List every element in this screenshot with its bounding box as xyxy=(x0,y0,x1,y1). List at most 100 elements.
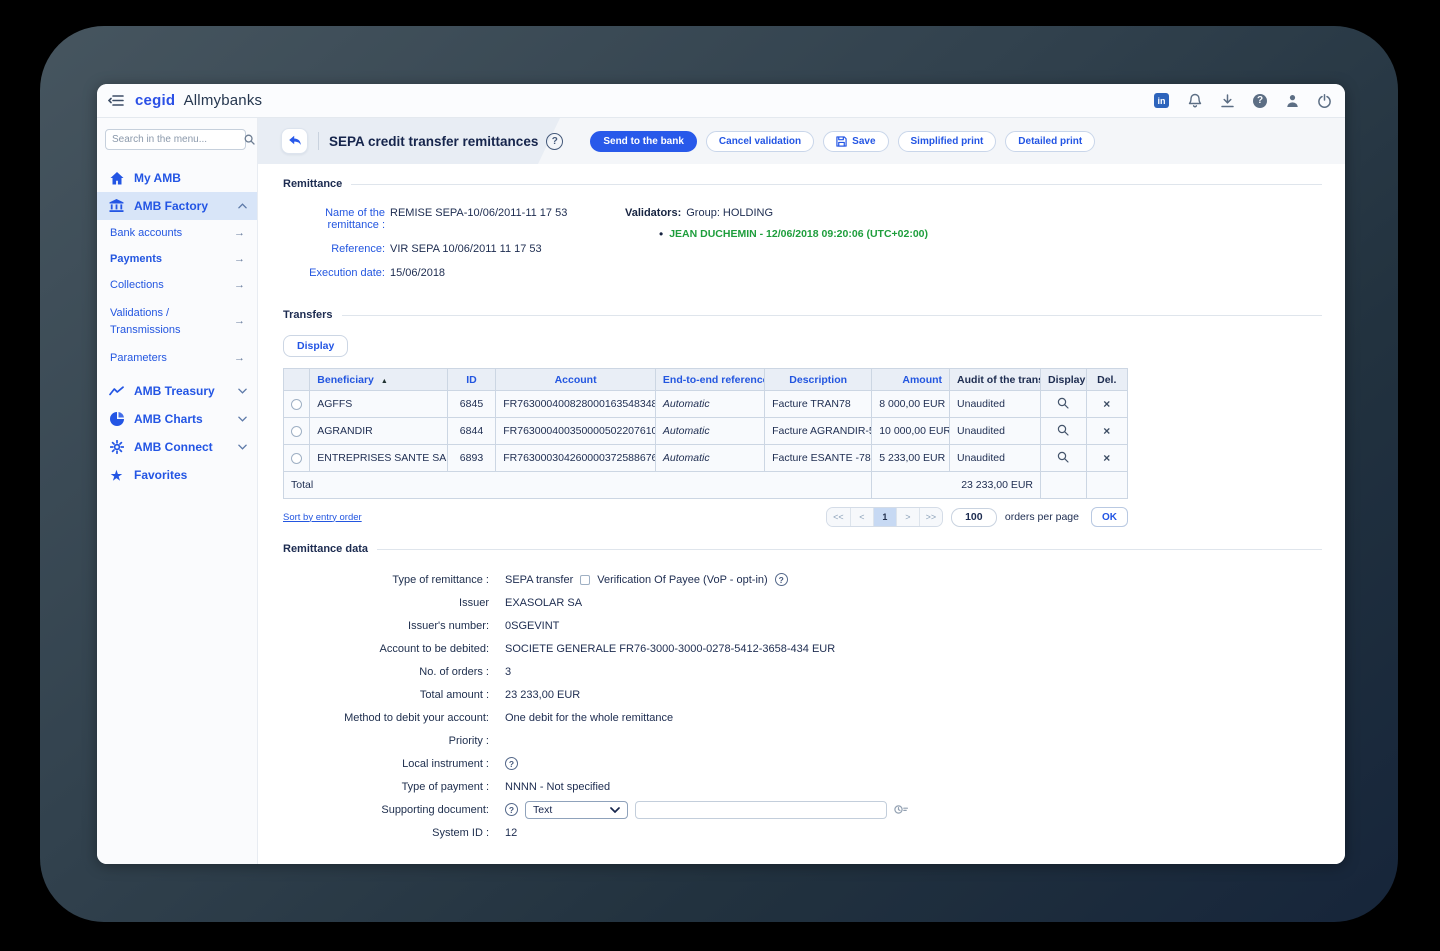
brand-logo: cegid Allmybanks xyxy=(135,92,262,109)
sidebar-item-favorites[interactable]: ★ Favorites xyxy=(97,461,257,489)
logout-power-icon[interactable] xyxy=(1318,94,1331,108)
title-divider xyxy=(318,132,319,150)
column-header-account[interactable]: Account xyxy=(496,369,656,391)
field-type-of-remittance: Type of remittance : SEPA transfer Verif… xyxy=(283,568,1322,591)
field-priority: Priority : xyxy=(283,729,1322,752)
sidebar-item-label: AMB Treasury xyxy=(134,384,215,398)
total-amount: 23 233,00 EUR xyxy=(872,472,1041,499)
cell-amount: 10 000,00 EUR xyxy=(872,418,950,445)
linkedin-icon[interactable]: in xyxy=(1154,93,1169,108)
stage: cegid Allmybanks in xyxy=(0,0,1440,951)
sort-by-entry-order-link[interactable]: Sort by entry order xyxy=(283,512,362,523)
brand-cegid: cegid xyxy=(135,92,175,109)
main-panel: SEPA credit transfer remittances ? Send … xyxy=(258,118,1345,864)
column-header-e2e-reference[interactable]: End-to-end reference xyxy=(655,369,764,391)
remittance-data-section: Remittance data Type of remittance : SEP… xyxy=(283,543,1322,844)
column-header-beneficiary[interactable]: Beneficiary ▲ xyxy=(310,369,447,391)
collapse-menu-icon[interactable] xyxy=(108,94,125,107)
current-page[interactable]: 1 xyxy=(873,508,896,526)
table-header-row: Beneficiary ▲ ID Account End-to-end refe… xyxy=(284,369,1128,391)
user-profile-icon[interactable] xyxy=(1286,94,1299,108)
history-clock-icon[interactable] xyxy=(894,804,909,815)
sort-asc-icon: ▲ xyxy=(381,378,388,385)
column-header-audit: Audit of the transfer xyxy=(950,369,1041,391)
field-issuer-number: Issuer's number: 0SGEVINT xyxy=(283,614,1322,637)
save-button[interactable]: Save xyxy=(823,131,888,152)
table-footer: Sort by entry order << < 1 > >> orders p… xyxy=(283,507,1128,527)
delete-icon[interactable]: × xyxy=(1103,424,1110,438)
arrow-right-icon: → xyxy=(234,253,245,265)
field-reference: Reference: VIR SEPA 10/06/2011 11 17 53 xyxy=(283,243,625,255)
column-header-amount[interactable]: Amount xyxy=(872,369,950,391)
magnifier-icon[interactable] xyxy=(1057,451,1069,463)
column-header-id[interactable]: ID xyxy=(447,369,496,391)
vop-help-icon[interactable]: ? xyxy=(775,573,788,586)
next-page-button[interactable]: > xyxy=(896,508,919,526)
cancel-validation-button[interactable]: Cancel validation xyxy=(706,131,814,152)
vop-checkbox[interactable] xyxy=(580,575,590,585)
column-header-del: Del. xyxy=(1086,369,1128,391)
help-icon[interactable]: ? xyxy=(1253,94,1267,108)
sidebar-item-collections[interactable]: Collections → xyxy=(97,272,257,298)
sidebar-item-label: AMB Charts xyxy=(134,412,203,426)
first-page-button[interactable]: << xyxy=(827,508,850,526)
last-page-button[interactable]: >> xyxy=(919,508,942,526)
sidebar-item-label: Validations / Transmissions xyxy=(110,305,181,338)
section-title: Remittance xyxy=(283,178,342,190)
column-header-description[interactable]: Description xyxy=(765,369,872,391)
ok-button[interactable]: OK xyxy=(1091,507,1128,527)
orders-per-page-input[interactable] xyxy=(951,508,997,527)
magnifier-icon[interactable] xyxy=(1057,397,1069,409)
send-to-bank-button[interactable]: Send to the bank xyxy=(590,131,697,152)
notifications-bell-icon[interactable] xyxy=(1188,93,1202,108)
display-button[interactable]: Display xyxy=(283,335,348,357)
cell-description: Facture ESANTE -78 xyxy=(765,445,872,472)
sidebar-item-my-amb[interactable]: My AMB xyxy=(97,164,257,192)
download-icon[interactable] xyxy=(1221,94,1234,108)
field-execution-date: Execution date: 15/06/2018 xyxy=(283,267,625,279)
delete-icon[interactable]: × xyxy=(1103,451,1110,465)
sidebar-item-amb-connect[interactable]: AMB Connect xyxy=(97,433,257,461)
section-rule xyxy=(377,549,1322,550)
chevron-down-icon xyxy=(238,444,247,450)
menu-search-box[interactable] xyxy=(105,129,246,150)
sidebar-item-amb-factory[interactable]: AMB Factory xyxy=(97,192,257,220)
sidebar-item-payments[interactable]: Payments → xyxy=(97,246,257,272)
sidebar-item-amb-charts[interactable]: AMB Charts xyxy=(97,405,257,433)
remittance-details: Name of the remittance : REMISE SEPA-10/… xyxy=(283,207,1322,291)
cell-beneficiary: AGRANDIR xyxy=(310,418,447,445)
supporting-document-help-icon[interactable]: ? xyxy=(505,803,518,816)
row-radio[interactable] xyxy=(291,399,302,410)
table-row: AGRANDIR 6844 FR763000400350000502207610… xyxy=(284,418,1128,445)
transfers-section-header: Transfers xyxy=(283,309,1322,321)
sidebar-item-label: AMB Factory xyxy=(134,199,208,213)
prev-page-button[interactable]: < xyxy=(850,508,873,526)
sidebar-item-amb-treasury[interactable]: AMB Treasury xyxy=(97,377,257,405)
simplified-print-button[interactable]: Simplified print xyxy=(898,131,997,152)
sidebar-item-validations-transmissions[interactable]: Validations / Transmissions → xyxy=(97,298,257,345)
local-instrument-help-icon[interactable]: ? xyxy=(505,757,518,770)
delete-icon[interactable]: × xyxy=(1103,397,1110,411)
top-bar: cegid Allmybanks in xyxy=(97,84,1345,118)
sidebar-item-bank-accounts[interactable]: Bank accounts → xyxy=(97,220,257,246)
chevron-up-icon xyxy=(238,203,247,209)
remittance-section-header: Remittance xyxy=(283,178,1322,190)
validators-block: Validators: Group: HOLDING • JEAN DUCHEM… xyxy=(625,207,928,291)
detailed-print-button[interactable]: Detailed print xyxy=(1005,131,1095,152)
chevron-down-icon xyxy=(238,416,247,422)
row-radio[interactable] xyxy=(291,426,302,437)
row-radio[interactable] xyxy=(291,453,302,464)
arrow-right-icon: → xyxy=(234,352,245,364)
field-account-to-be-debited: Account to be debited: SOCIETE GENERALE … xyxy=(283,637,1322,660)
supporting-document-type-select[interactable]: Text xyxy=(525,801,628,819)
magnifier-icon[interactable] xyxy=(1057,424,1069,436)
validators-label: Validators: xyxy=(625,207,681,219)
pagination-area: << < 1 > >> orders per page OK xyxy=(826,507,1128,527)
back-button[interactable] xyxy=(281,128,308,154)
field-remittance-name: Name of the remittance : REMISE SEPA-10/… xyxy=(283,207,625,231)
supporting-document-input[interactable] xyxy=(635,801,887,819)
page-help-icon[interactable]: ? xyxy=(546,133,563,150)
sidebar-item-parameters[interactable]: Parameters → xyxy=(97,345,257,371)
top-bar-icons: in ? xyxy=(1154,93,1331,108)
menu-search-input[interactable] xyxy=(112,134,244,145)
